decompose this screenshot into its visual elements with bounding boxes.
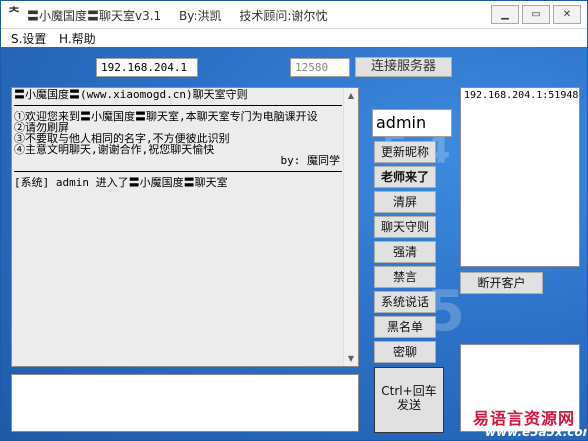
chat-rule-1: ①欢迎您来到〓小魔国度〓聊天室,本聊天室专门为电脑课开设 [14, 111, 318, 122]
blacklist-button[interactable]: 黑名单 [374, 316, 436, 338]
chat-display[interactable]: 〓小魔国度〓(www.xiaomogd.cn)聊天室守则 ①欢迎您来到〓小魔国度… [11, 87, 359, 367]
title-bar: ᄎ 〓小魔国度〓聊天室v3.1 By:洪凯 技术顾问:谢尔忱 ▁ ▭ ✕ [1, 1, 587, 29]
ip-input[interactable]: 192.168.204.1 [96, 58, 198, 77]
port-input[interactable]: 12580 [290, 58, 350, 77]
send-label: 发送 [396, 398, 421, 412]
teacher-coming-button[interactable]: 老师来了 [374, 166, 436, 188]
watermark-url: www.e5a5x.com [485, 425, 588, 439]
maximize-button[interactable]: ▭ [522, 5, 550, 24]
connect-server-button[interactable]: 连接服务器 [355, 57, 452, 77]
disconnect-client-button[interactable]: 断开客户 [460, 272, 543, 294]
chat-content: 〓小魔国度〓(www.xiaomogd.cn)聊天室守则 ①欢迎您来到〓小魔国度… [14, 89, 344, 188]
divider [14, 171, 342, 172]
menu-bar: S.设置 H.帮助 [1, 29, 587, 47]
author-label: By:洪凯 [179, 9, 222, 23]
minimize-button[interactable]: ▁ [491, 5, 519, 24]
send-shortcut-label: Ctrl+回车 [381, 384, 437, 398]
close-icon: ✕ [562, 9, 572, 20]
menu-help[interactable]: H.帮助 [59, 30, 96, 47]
advisor-label: 技术顾问:谢尔忱 [239, 9, 328, 23]
minimize-icon: ▁ [501, 9, 509, 20]
update-nickname-button[interactable]: 更新昵称 [374, 141, 436, 163]
close-button[interactable]: ✕ [553, 5, 581, 24]
online-user-list[interactable]: 192.168.204.1:51948 [460, 87, 580, 267]
chat-scrollbar[interactable]: ▲ ▼ [343, 88, 358, 366]
mute-button[interactable]: 禁言 [374, 266, 436, 288]
chat-rule-4: ④主意文明聊天,谢谢合作,祝您聊天愉快 [14, 144, 215, 155]
menu-settings[interactable]: S.设置 [11, 30, 46, 47]
app-title: 〓小魔国度〓聊天室v3.1 [27, 9, 162, 23]
app-icon: ᄎ [8, 6, 20, 21]
scroll-down-icon[interactable]: ▼ [344, 351, 358, 366]
scroll-up-icon[interactable]: ▲ [344, 88, 358, 103]
send-button[interactable]: Ctrl+回车 发送 [374, 367, 444, 433]
force-clear-button[interactable]: 强清 [374, 241, 436, 263]
chat-rules-button[interactable]: 聊天守则 [374, 216, 436, 238]
window-title: 〓小魔国度〓聊天室v3.1 By:洪凯 技术顾问:谢尔忱 [27, 7, 341, 24]
private-chat-button[interactable]: 密聊 [374, 341, 436, 363]
user-list-item[interactable]: 192.168.204.1:51948 [464, 90, 578, 101]
chat-rule-2: ②请勿刷屏 [14, 122, 69, 133]
maximize-icon: ▭ [531, 9, 541, 20]
app-window: 5 4 ? 5 ᄎ 〓小魔国度〓聊天室v3.1 By:洪凯 技术顾问:谢尔忱 ▁… [0, 0, 588, 441]
message-input[interactable] [11, 374, 359, 432]
divider [14, 105, 342, 106]
chat-system-message: [系统] admin 进入了〓小魔国度〓聊天室 [14, 177, 228, 188]
nickname-input[interactable]: admin [372, 109, 452, 137]
chat-signature: ____by: 魔同学 [254, 155, 340, 166]
chat-rule-3: ③不要取与他人相同的名字,不方便彼此识别 [14, 133, 230, 144]
chat-rules-title: 〓小魔国度〓(www.xiaomogd.cn)聊天室守则 [14, 89, 248, 100]
system-say-button[interactable]: 系统说话 [374, 291, 436, 313]
clear-screen-button[interactable]: 清屏 [374, 191, 436, 213]
